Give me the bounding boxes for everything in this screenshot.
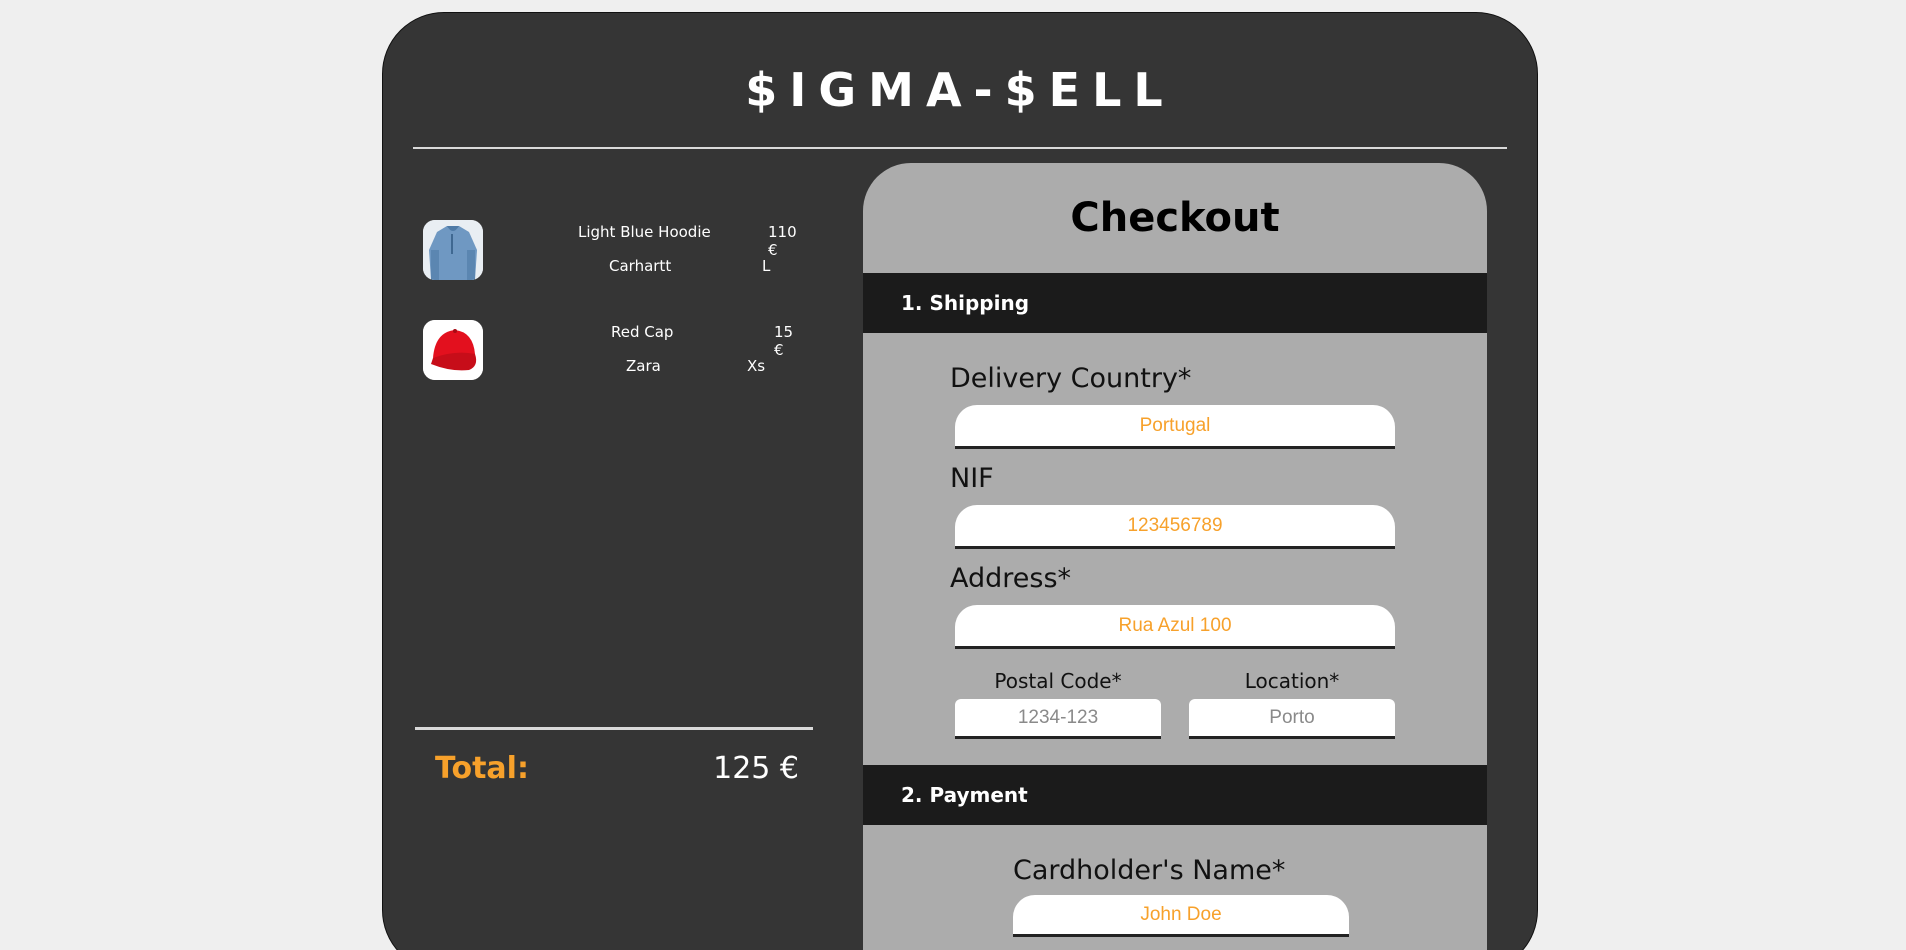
item-size: L <box>762 257 771 275</box>
checkout-title: Checkout <box>1070 195 1280 241</box>
cart-item[interactable]: Light Blue Hoodie 110 € Carhartt L <box>423 220 803 280</box>
item-size: Xs <box>747 357 766 375</box>
cart-divider <box>415 727 813 730</box>
postal-code-label: Postal Code* <box>994 669 1122 693</box>
item-price: 15 € <box>774 323 794 359</box>
nif-label: NIF <box>950 463 994 494</box>
shipping-heading: 1. Shipping <box>901 291 1030 315</box>
item-name: Light Blue Hoodie <box>578 223 711 241</box>
delivery-country-label: Delivery Country* <box>950 363 1192 394</box>
item-name: Red Cap <box>611 323 674 341</box>
cap-image <box>423 320 483 380</box>
location-field[interactable] <box>1189 699 1395 739</box>
header-divider <box>413 147 1507 149</box>
cardholder-name-label: Cardholder's Name* <box>1013 855 1286 886</box>
location-label: Location* <box>1244 669 1340 693</box>
brand-logo[interactable]: $IGMA-$ELL <box>383 63 1537 117</box>
payment-section-header[interactable]: 2. Payment <box>863 765 1487 825</box>
shipping-section-header[interactable]: 1. Shipping <box>863 273 1487 333</box>
store-shell: $IGMA-$ELL Light Blue Hoodie 110 € Carha… <box>382 12 1538 950</box>
postal-code-field[interactable] <box>955 699 1161 739</box>
address-field[interactable] <box>955 605 1395 649</box>
item-brand: Zara <box>626 357 661 375</box>
address-label: Address* <box>950 563 1072 594</box>
checkout-panel: Checkout 1. Shipping Delivery Country* N… <box>863 163 1487 950</box>
payment-heading: 2. Payment <box>901 783 1028 807</box>
cardholder-name-field[interactable] <box>1013 895 1349 937</box>
cart-item[interactable]: Red Cap 15 € Zara Xs <box>423 320 803 380</box>
hoodie-image <box>423 220 483 280</box>
item-price: 110 € <box>768 223 797 259</box>
total-value: 125 € <box>713 751 799 786</box>
total-label: Total: <box>435 751 529 786</box>
nif-field[interactable] <box>955 505 1395 549</box>
item-brand: Carhartt <box>609 257 672 275</box>
delivery-country-field[interactable] <box>955 405 1395 449</box>
